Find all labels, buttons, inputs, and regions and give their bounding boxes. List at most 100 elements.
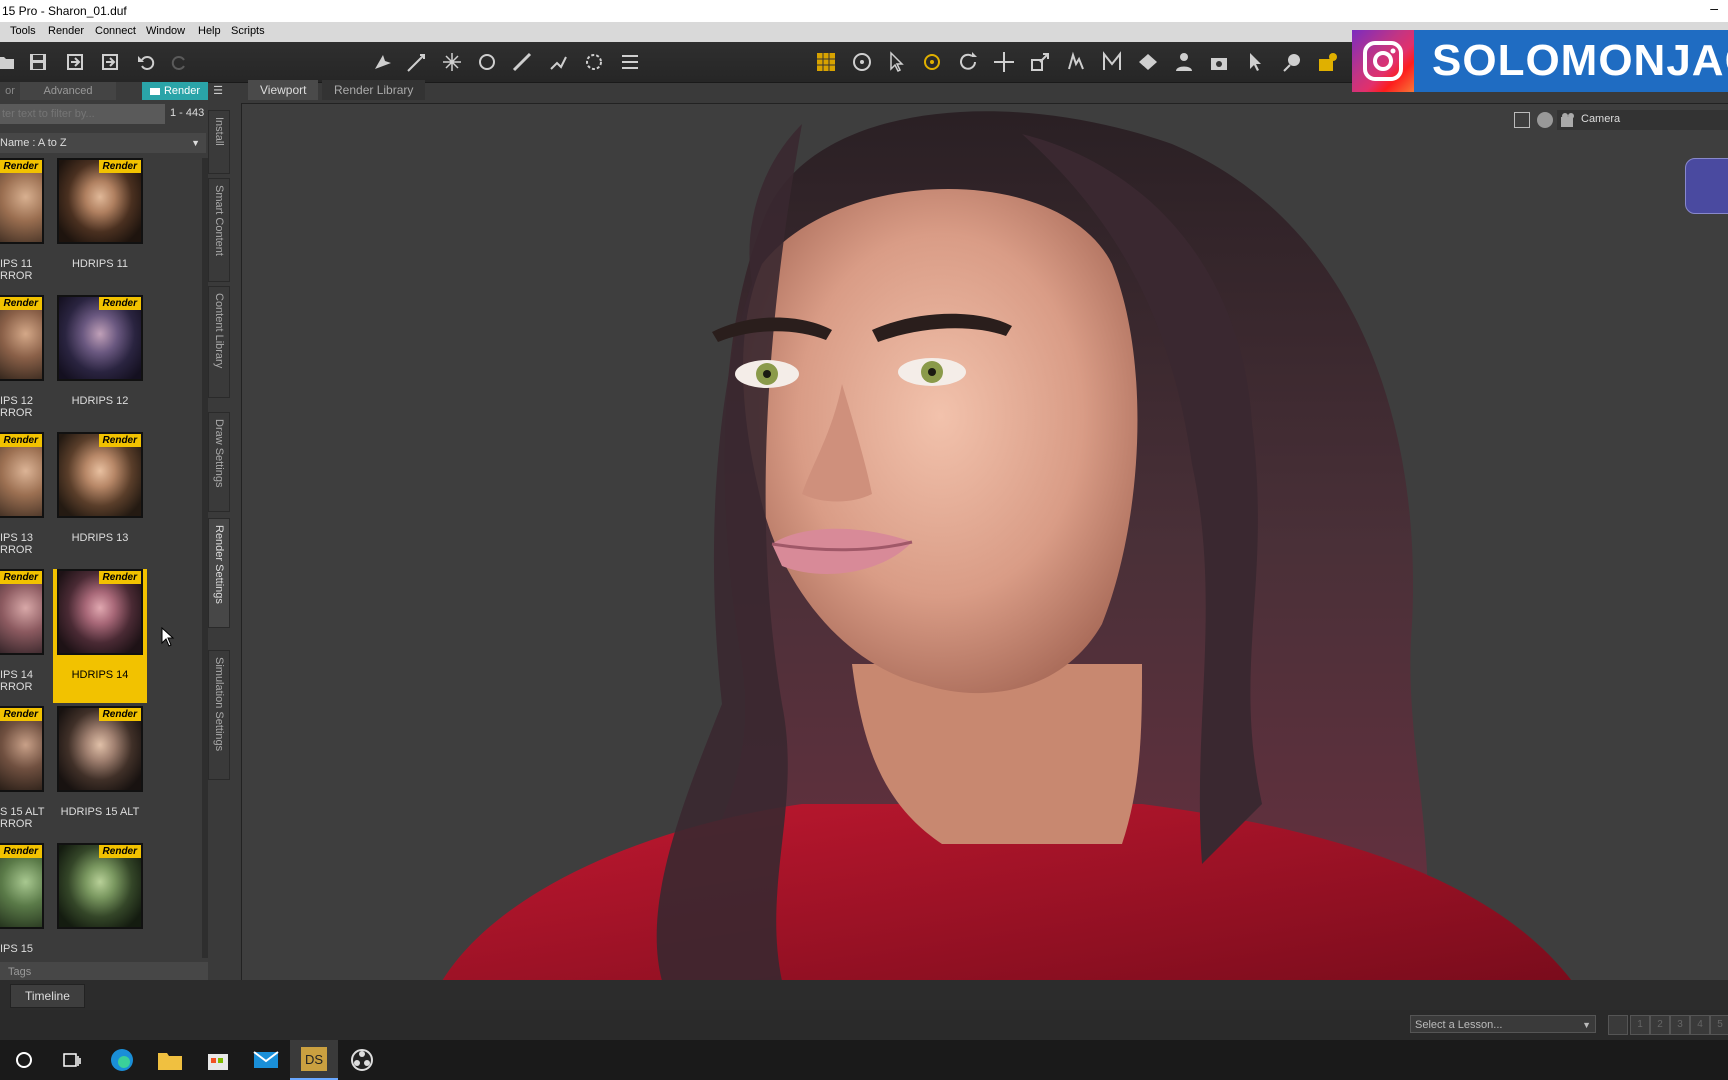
spot-render-icon[interactable] xyxy=(440,50,464,74)
tags-bar[interactable]: Tags xyxy=(0,962,208,982)
lighting-icon[interactable] xyxy=(1280,50,1304,74)
save-icon[interactable] xyxy=(26,50,50,74)
sort-dropdown[interactable]: Name : A to Z ▼ xyxy=(0,133,206,153)
tab-render-settings[interactable]: Render Settings xyxy=(208,518,230,628)
mail-icon[interactable] xyxy=(242,1040,290,1080)
import-icon[interactable] xyxy=(63,50,87,74)
panel-menu-icon[interactable]: ☰ xyxy=(210,82,226,100)
tab-simulation-settings[interactable]: Simulation Settings xyxy=(208,650,230,780)
daz-studio-icon[interactable]: DS xyxy=(290,1040,338,1080)
list-item-selected[interactable]: Render HDRIPS 14 xyxy=(53,569,147,703)
minimize-button[interactable]: – xyxy=(1710,0,1718,16)
lesson-dropdown[interactable]: Select a Lesson... ▼ xyxy=(1410,1015,1596,1033)
lesson-step-5[interactable]: 5 xyxy=(1710,1015,1728,1035)
render-badge: Render xyxy=(0,160,42,173)
preset-caption: HDRIPS 14 xyxy=(71,669,129,681)
tab-install[interactable]: Install xyxy=(208,110,230,174)
redo-icon[interactable] xyxy=(168,50,192,74)
preset-thumbnail: Render xyxy=(0,843,44,929)
lesson-step-1[interactable]: 1 xyxy=(1630,1015,1650,1035)
svg-text:DS: DS xyxy=(305,1052,323,1067)
translate-icon[interactable] xyxy=(992,50,1016,74)
view-cube[interactable] xyxy=(1685,158,1728,214)
lesson-step-2[interactable]: 2 xyxy=(1650,1015,1670,1035)
list-item[interactable]: Render IPS 15 xyxy=(0,843,48,958)
list-item[interactable]: Render S 15 ALT RROR xyxy=(0,706,48,840)
tab-smart-content[interactable]: Smart Content xyxy=(208,178,230,282)
render-badge: Render xyxy=(0,571,42,584)
rotate-icon[interactable] xyxy=(956,50,980,74)
open-file-icon[interactable] xyxy=(0,50,18,74)
menu-connect[interactable]: Connect xyxy=(95,25,136,37)
universal-tool-icon[interactable] xyxy=(405,50,429,74)
undo-icon[interactable] xyxy=(134,50,158,74)
list-item[interactable]: Render HDRIPS 12 xyxy=(53,295,147,429)
search-circle-icon[interactable] xyxy=(0,1040,48,1080)
list-item[interactable]: Render xyxy=(53,843,147,958)
edge-browser-icon[interactable] xyxy=(98,1040,146,1080)
tab-draw-settings-label: Draw Settings xyxy=(213,419,225,488)
camera-selector[interactable]: Camera xyxy=(1557,110,1728,130)
task-view-icon[interactable] xyxy=(48,1040,96,1080)
menu-tools[interactable]: Tools xyxy=(10,25,36,37)
render-badge: Render xyxy=(0,708,42,721)
menu-list-icon[interactable] xyxy=(618,50,642,74)
tab-editor[interactable]: or xyxy=(0,82,20,100)
preset-thumbnail: Render xyxy=(57,569,143,655)
orbit-icon[interactable] xyxy=(850,50,874,74)
geometry-editor-icon[interactable] xyxy=(1136,50,1160,74)
tab-draw-settings[interactable]: Draw Settings xyxy=(208,412,230,512)
preset-caption: HDRIPS 12 xyxy=(71,395,129,407)
draw-style-icon[interactable] xyxy=(1537,112,1553,128)
list-item[interactable]: Render HDRIPS 13 xyxy=(53,432,147,566)
window-title: 15 Pro - Sharon_01.duf xyxy=(2,4,127,18)
lesson-step-4[interactable]: 4 xyxy=(1690,1015,1710,1035)
pointer-icon[interactable] xyxy=(885,50,909,74)
menu-render[interactable]: Render xyxy=(48,25,84,37)
lesson-bar: Select a Lesson... ▼ 1 2 3 4 5 xyxy=(0,1010,1728,1040)
active-pose-icon[interactable] xyxy=(1244,50,1268,74)
list-item[interactable]: Render IPS 14 RROR xyxy=(0,569,48,703)
file-explorer-icon[interactable] xyxy=(146,1040,194,1080)
result-count: 1 - 443 xyxy=(170,107,205,119)
list-item[interactable]: Render IPS 11 RROR xyxy=(0,158,48,292)
menu-window[interactable]: Window xyxy=(146,25,185,37)
list-item[interactable]: Render IPS 13 RROR xyxy=(0,432,48,566)
scale-icon[interactable] xyxy=(1028,50,1052,74)
rotate-active-icon[interactable] xyxy=(920,50,944,74)
store-icon[interactable] xyxy=(194,1040,242,1080)
aspect-frame-icon[interactable] xyxy=(1514,112,1530,128)
list-item[interactable]: Render IPS 12 RROR xyxy=(0,295,48,429)
lesson-step-list-icon[interactable] xyxy=(1608,1015,1628,1035)
menu-help[interactable]: Help xyxy=(198,25,221,37)
3d-viewport[interactable]: Camera xyxy=(241,103,1728,982)
list-item[interactable]: Render HDRIPS 15 ALT xyxy=(53,706,147,840)
node-selection-icon[interactable] xyxy=(370,50,394,74)
tab-render-library[interactable]: Render Library xyxy=(322,80,426,100)
export-icon[interactable] xyxy=(98,50,122,74)
tab-render[interactable]: Render xyxy=(142,82,208,100)
tab-timeline[interactable]: Timeline xyxy=(10,984,85,1008)
channel-name: SOLOMONJAG xyxy=(1432,36,1728,85)
obs-icon[interactable] xyxy=(338,1040,386,1080)
surface-selection-icon[interactable] xyxy=(1064,50,1088,74)
geometry-sculptor-icon[interactable] xyxy=(510,50,534,74)
transform-icon[interactable] xyxy=(582,50,606,74)
preset-thumbnail: Render xyxy=(57,432,143,518)
joint-editor-icon[interactable] xyxy=(475,50,499,74)
render-icon[interactable] xyxy=(1316,50,1340,74)
filter-input[interactable] xyxy=(0,104,165,124)
tab-viewport[interactable]: Viewport xyxy=(248,80,319,100)
camera-view-icon[interactable] xyxy=(1208,50,1232,74)
grid-icon[interactable] xyxy=(814,50,838,74)
tab-install-label: Install xyxy=(213,117,225,146)
tab-content-library[interactable]: Content Library xyxy=(208,286,230,398)
figure-icon[interactable] xyxy=(1172,50,1196,74)
morph-icon[interactable] xyxy=(1100,50,1124,74)
node-weight-icon[interactable] xyxy=(546,50,570,74)
menu-scripts[interactable]: Scripts xyxy=(231,25,265,37)
list-item[interactable]: Render HDRIPS 11 xyxy=(53,158,147,292)
lesson-step-3[interactable]: 3 xyxy=(1670,1015,1690,1035)
preset-caption: HDRIPS 13 xyxy=(71,532,129,544)
tab-advanced[interactable]: Advanced xyxy=(20,82,116,100)
